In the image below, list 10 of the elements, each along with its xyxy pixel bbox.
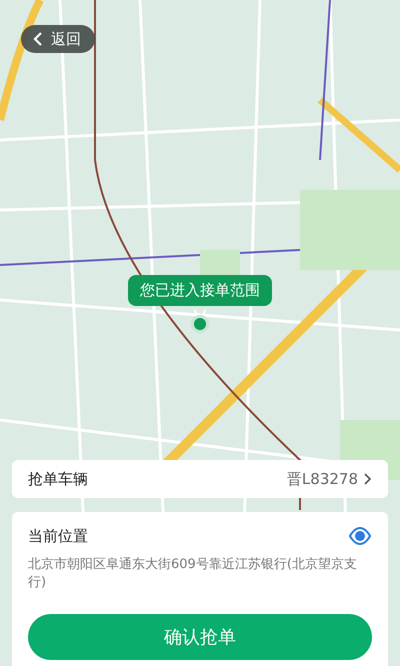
back-button[interactable]: 返回: [21, 25, 95, 53]
chevron-right-icon: [364, 473, 372, 485]
location-label: 当前位置: [28, 526, 88, 546]
location-marker-icon: [188, 308, 212, 334]
vehicle-label: 抢单车辆: [28, 470, 88, 488]
range-tooltip: 您已进入接单范围: [128, 275, 272, 306]
chevron-left-icon: [33, 32, 43, 46]
address-text: 北京市朝阳区阜通东大街609号靠近江苏银行(北京望京支行): [28, 556, 358, 592]
plate-selector[interactable]: 晋L83278: [286, 470, 372, 488]
confirm-button[interactable]: 确认抢单: [28, 614, 372, 660]
